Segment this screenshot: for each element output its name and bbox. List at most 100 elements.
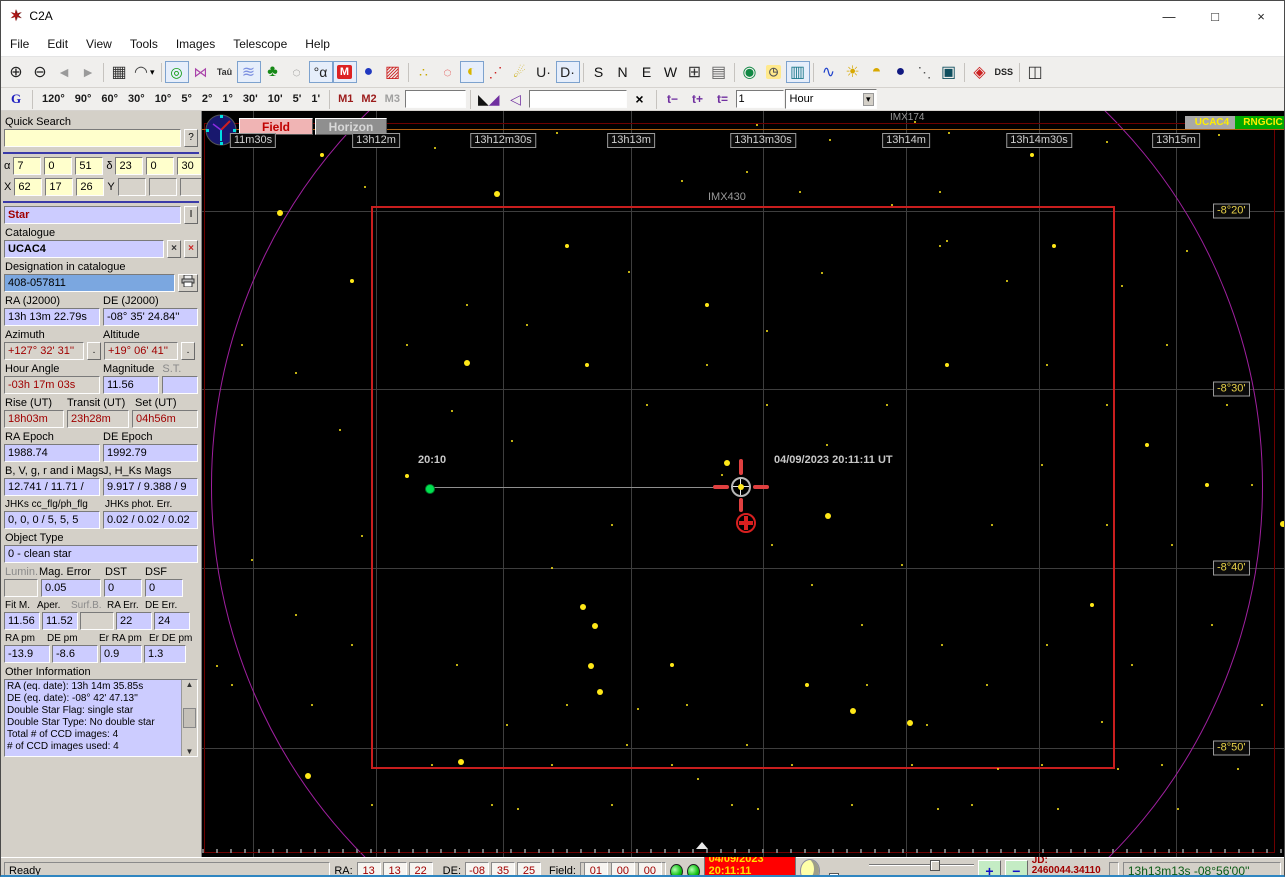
- sky-chart[interactable]: IMX174 IMX430 Field Horizon UCAC4 RNGCIC…: [202, 111, 1284, 857]
- star-names-button[interactable]: °α: [308, 61, 333, 83]
- galaxies-button[interactable]: ◌: [436, 61, 460, 83]
- x1-input[interactable]: [14, 178, 43, 196]
- earth-map-button[interactable]: ◉: [738, 61, 762, 83]
- sun-button[interactable]: ☀: [841, 61, 865, 83]
- menu-telescope[interactable]: Telescope: [224, 33, 296, 55]
- ra-hours-input[interactable]: [13, 157, 42, 175]
- ccd-frame-button[interactable]: ◈: [968, 61, 992, 83]
- dss-image-button[interactable]: DSS: [992, 61, 1017, 83]
- designation-field[interactable]: 408-057811: [4, 274, 175, 292]
- de-field-0[interactable]: -08: [465, 861, 490, 875]
- asteroids-button[interactable]: ⋰: [484, 61, 508, 83]
- scroll-down-icon[interactable]: ▼: [186, 747, 194, 756]
- ra-field-0[interactable]: 13: [356, 861, 381, 875]
- y1-input[interactable]: [117, 178, 146, 196]
- time-slider-marker[interactable]: [696, 842, 708, 849]
- dec-degrees-input[interactable]: [115, 157, 144, 175]
- moon-phase-button[interactable]: ◐: [459, 61, 484, 83]
- deep-sky-button[interactable]: ●: [357, 61, 381, 83]
- fov-preset-2deg[interactable]: 2°: [197, 91, 218, 107]
- fov-preset-90deg[interactable]: 90°: [70, 91, 97, 107]
- history-back-button[interactable]: ◄: [52, 61, 76, 83]
- zoom-in-field-button[interactable]: +: [978, 860, 1001, 875]
- menu-help[interactable]: Help: [296, 33, 339, 55]
- field-size-2[interactable]: 00: [637, 861, 662, 875]
- close-button[interactable]: ×: [1238, 1, 1284, 31]
- history-forward-button[interactable]: ►: [76, 61, 100, 83]
- menu-tools[interactable]: Tools: [121, 33, 167, 55]
- fov-preset-1min[interactable]: 1': [306, 91, 325, 107]
- ra-field-2[interactable]: 22: [408, 861, 433, 875]
- search-help-button[interactable]: ?: [184, 129, 198, 147]
- maximize-button[interactable]: □: [1192, 1, 1238, 31]
- telescope-control-button[interactable]: ◫: [1023, 61, 1047, 83]
- nebula-outlines-button[interactable]: ▨: [381, 61, 405, 83]
- camera-button[interactable]: ▣: [937, 61, 961, 83]
- menu-images[interactable]: Images: [167, 33, 224, 55]
- memory-view-m1[interactable]: M1: [334, 91, 357, 107]
- y2-input[interactable]: [148, 178, 177, 196]
- field-size-0[interactable]: 01: [583, 861, 608, 875]
- fov-preset-10deg[interactable]: 10°: [150, 91, 177, 107]
- quick-search-input[interactable]: [4, 129, 181, 147]
- ra-minutes-input[interactable]: [44, 157, 73, 175]
- time-clock-button[interactable]: ◷: [762, 61, 786, 83]
- dec-minutes-input[interactable]: [146, 157, 175, 175]
- fov-preset-1deg[interactable]: 1°: [217, 91, 238, 107]
- pan-view-button[interactable]: ⊞: [683, 61, 707, 83]
- zoom-in-button[interactable]: ⊕: [4, 61, 28, 83]
- night-mode-button[interactable]: ●: [889, 61, 913, 83]
- catalogue-next-button[interactable]: ×: [184, 240, 198, 258]
- comets-button[interactable]: ☄: [508, 61, 532, 83]
- light-curve-button[interactable]: ∿: [817, 61, 841, 83]
- east-button[interactable]: E: [635, 61, 659, 83]
- menu-edit[interactable]: Edit: [38, 33, 77, 55]
- altitude-detail-button[interactable]: .: [181, 342, 195, 360]
- control-panel-button[interactable]: ▥: [785, 61, 810, 83]
- fov-preset-5deg[interactable]: 5°: [176, 91, 197, 107]
- uranus-labels-button[interactable]: U·: [532, 61, 556, 83]
- time-forward-button[interactable]: t+: [686, 88, 710, 110]
- fov-preset-5min[interactable]: 5': [288, 91, 307, 107]
- satellite-track-button[interactable]: ⋱: [913, 61, 937, 83]
- star-clusters-button[interactable]: ∴: [412, 61, 436, 83]
- milky-way-button[interactable]: ≋: [236, 61, 261, 83]
- de-field-2[interactable]: 25: [517, 861, 542, 875]
- dec-seconds-input[interactable]: [177, 157, 201, 175]
- fov-preset-120deg[interactable]: 120°: [37, 91, 70, 107]
- horizon-line-button[interactable]: ▤: [707, 61, 731, 83]
- time-slider-2[interactable]: [824, 873, 974, 875]
- dwarf-planet-labels-button[interactable]: D·: [555, 61, 580, 83]
- slider-thumb[interactable]: [828, 873, 839, 875]
- center-target-button[interactable]: ◎: [164, 61, 189, 83]
- time-step-input[interactable]: [735, 90, 784, 108]
- fov-preset-30min[interactable]: 30': [238, 91, 263, 107]
- memory-view-m2[interactable]: M2: [357, 91, 380, 107]
- azimuth-detail-button[interactable]: .: [87, 342, 101, 360]
- fov-preset-30deg[interactable]: 30°: [123, 91, 150, 107]
- other-info-scrollbar[interactable]: ▲ ▼: [181, 680, 197, 756]
- south-button[interactable]: S: [587, 61, 611, 83]
- goto-object-button[interactable]: G: [4, 88, 28, 110]
- x2-input[interactable]: [45, 178, 74, 196]
- messier-labels-button[interactable]: M: [332, 61, 357, 83]
- catalogue-field[interactable]: UCAC4: [4, 240, 164, 258]
- twilight-button[interactable]: ◓: [865, 61, 889, 83]
- de-field-1[interactable]: 35: [491, 861, 516, 875]
- memory-view-m3[interactable]: M3: [381, 91, 404, 107]
- west-button[interactable]: W: [659, 61, 683, 83]
- object-info-button[interactable]: I: [184, 206, 198, 224]
- menu-file[interactable]: File: [1, 33, 38, 55]
- scrollbar-thumb[interactable]: [183, 708, 196, 728]
- scroll-up-icon[interactable]: ▲: [186, 680, 194, 689]
- x3-input[interactable]: [76, 178, 105, 196]
- time-now-button[interactable]: t=: [711, 88, 735, 110]
- y3-input[interactable]: [179, 178, 201, 196]
- menu-view[interactable]: View: [77, 33, 121, 55]
- ra-field-1[interactable]: 13: [382, 861, 407, 875]
- constellation-names-button[interactable]: Taû: [213, 61, 237, 83]
- constellation-lines-button[interactable]: ⋈: [189, 61, 213, 83]
- print-button[interactable]: [178, 274, 198, 292]
- ra-seconds-input[interactable]: [75, 157, 104, 175]
- zoom-out-field-button[interactable]: −: [1004, 860, 1028, 875]
